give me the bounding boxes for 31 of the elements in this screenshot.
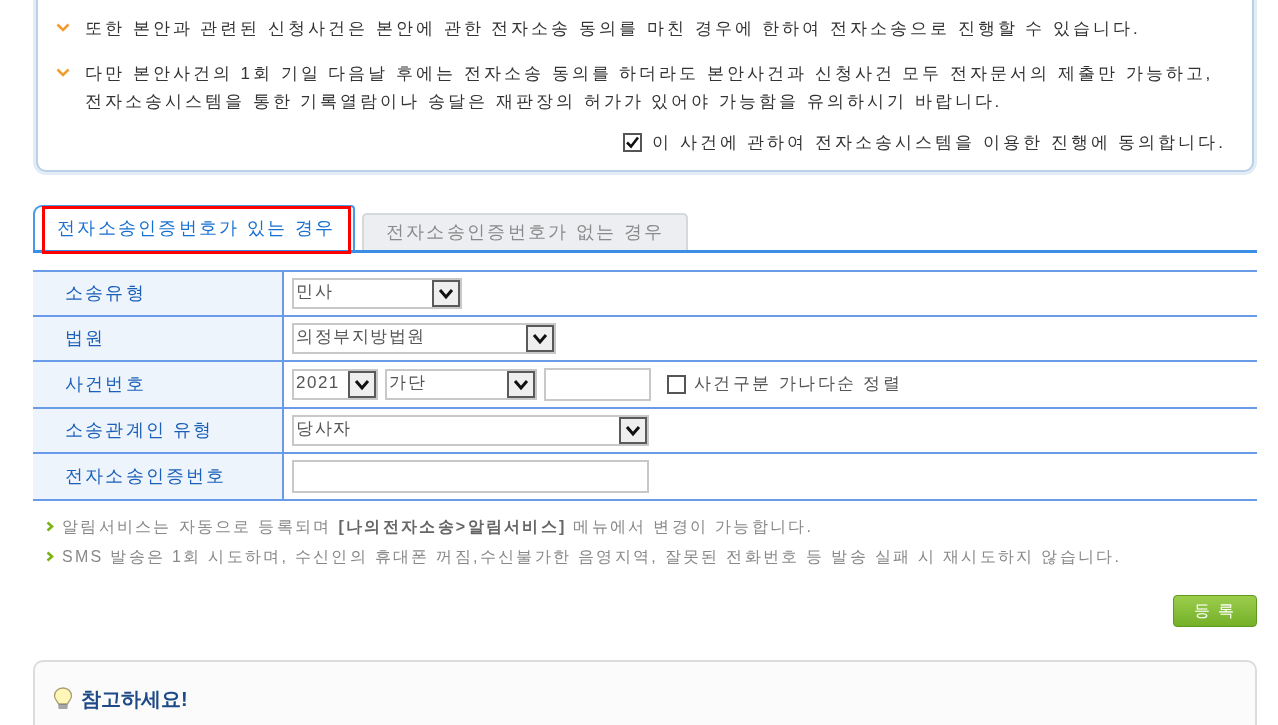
notice-text: 다만 본안사건의 1회 기일 다음날 후에는 전자소송 동의를 하더라도 본안사건과 신청사건 모두 전자문서의 제출만 가능하고, 전자소송시스템을 통한 기록열람이나 송달은 재판장의 허가가 있어야 가능함을 유의하시기 바랍니다. [85,63,1214,113]
dropdown[interactable]: 2021 [292,368,378,400]
chevron-right-icon [46,551,54,562]
checkbox-label: 사건구분 가나다순 정렬 [694,373,903,396]
checkbox[interactable] [622,133,642,153]
note-text: 알림서비스는 자동으로 등록되며 [나의전자소송>알림서비스] 메뉴에서 변경이 가능합니다. [62,516,814,537]
dropdown[interactable]: 의정부지방법원 [292,322,556,354]
input-field[interactable] [292,459,649,493]
lightbulb-icon [53,686,73,711]
form-label: 법원 [33,316,284,360]
chevron-down-icon [619,416,647,444]
dropdown[interactable]: 가단 [385,368,537,400]
dropdown[interactable]: 당사자 [292,414,649,446]
form-label: 소송유형 [33,271,284,315]
input-field[interactable] [544,367,651,401]
chevron-down-icon [348,370,376,398]
chevron-down-icon [56,68,70,77]
chevron-right-icon [46,521,54,532]
notice-text: 또한 본안과 관련된 신청사건은 본안에 관한 전자소송 동의를 마친 경우에 한하여 전자소송으로 진행할 수 있습니다. [85,18,1141,40]
chevron-down-icon [507,370,535,398]
form-label: 전자소송인증번호 [33,453,284,499]
note-text: SMS 발송은 1회 시도하며, 수신인의 휴대폰 꺼짐,수신불가한 음영지역, 잘못된 전화번호 등 발송 실패 시 재시도하지 않습니다. [62,546,1122,567]
chevron-down-icon [526,324,554,352]
checkbox[interactable] [667,374,686,394]
form-label: 소송관계인 유형 [33,408,284,452]
consent-label: 이 사건에 관하여 전자소송시스템을 이용한 진행에 동의합니다. [651,132,1226,154]
chevron-down-icon [432,279,460,307]
chevron-down-icon [56,23,70,32]
reference-title: 참고하세요! [81,686,188,712]
form-label: 사건번호 [33,361,284,407]
dropdown[interactable]: 민사 [292,277,462,309]
